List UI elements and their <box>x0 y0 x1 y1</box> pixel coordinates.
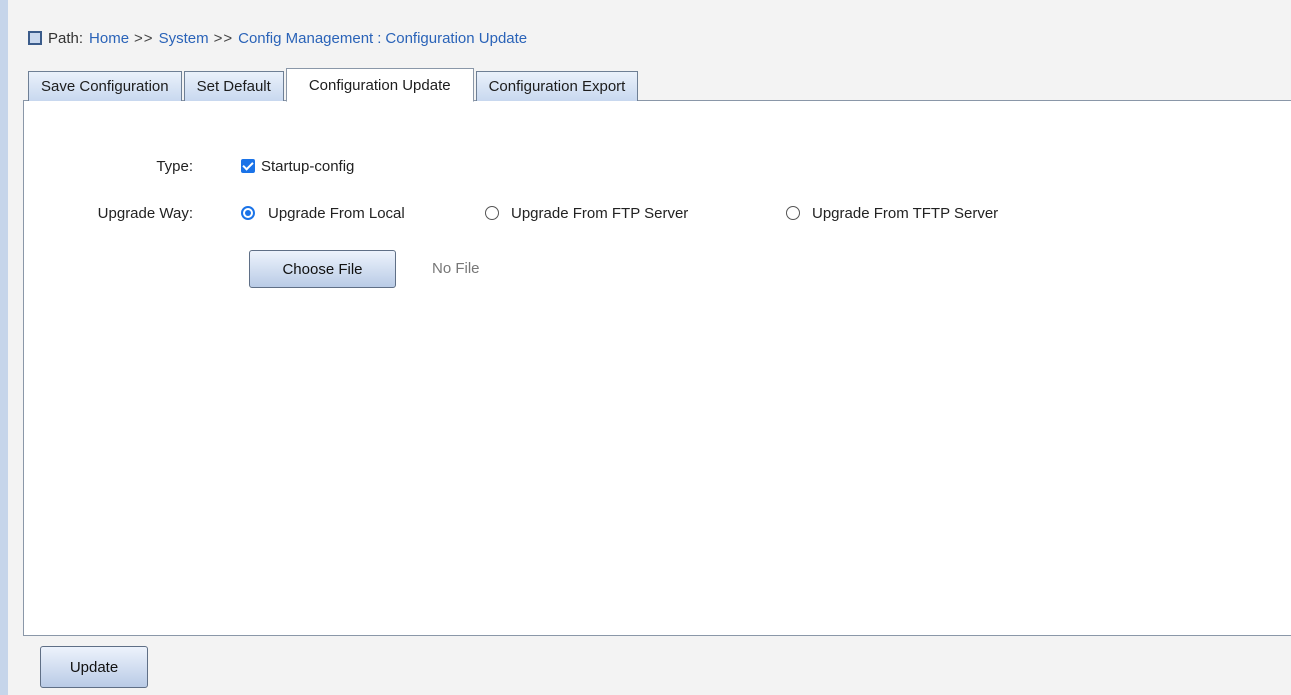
breadcrumb-separator: >> <box>134 29 154 47</box>
type-label: Type: <box>156 158 193 175</box>
file-status-text: No File <box>432 260 480 277</box>
breadcrumb-separator: >> <box>213 29 234 47</box>
breadcrumb-colon: : <box>377 29 382 47</box>
tab-configuration-update[interactable]: Configuration Update <box>285 68 474 102</box>
tab-set-default[interactable]: Set Default <box>183 71 284 101</box>
config-update-panel: Type: Startup-config Upgrade Way: Upgrad… <box>23 100 1291 636</box>
left-frame-edge <box>0 0 8 695</box>
tab-save-configuration[interactable]: Save Configuration <box>28 71 182 101</box>
breadcrumb-label: Path: <box>48 29 84 47</box>
tab-configuration-export[interactable]: Configuration Export <box>475 71 639 101</box>
breadcrumb-current-page[interactable]: Configuration Update <box>385 30 527 47</box>
upgrade-tftp-label[interactable]: Upgrade From TFTP Server <box>812 205 998 222</box>
path-square-icon <box>28 31 42 45</box>
upgrade-ftp-label[interactable]: Upgrade From FTP Server <box>511 205 688 222</box>
update-button[interactable]: Update <box>40 646 148 688</box>
upgrade-local-radio[interactable] <box>241 206 255 220</box>
upgrade-ftp-radio[interactable] <box>485 206 499 220</box>
upgrade-local-label[interactable]: Upgrade From Local <box>268 205 405 222</box>
page: Path: Home >> System >> Config Managemen… <box>0 0 1291 695</box>
startup-config-label[interactable]: Startup-config <box>261 158 354 175</box>
tab-bar: Save Configuration Set Default Configura… <box>28 68 640 102</box>
startup-config-checkbox[interactable] <box>241 159 255 173</box>
breadcrumb-config-management-link[interactable]: Config Management <box>238 30 373 47</box>
breadcrumb-home-link[interactable]: Home <box>89 30 129 47</box>
upgrade-tftp-radio[interactable] <box>786 206 800 220</box>
breadcrumb: Path: Home >> System >> Config Managemen… <box>28 27 527 49</box>
choose-file-button[interactable]: Choose File <box>249 250 396 288</box>
breadcrumb-system-link[interactable]: System <box>159 30 209 47</box>
upgrade-way-label: Upgrade Way: <box>97 205 193 222</box>
